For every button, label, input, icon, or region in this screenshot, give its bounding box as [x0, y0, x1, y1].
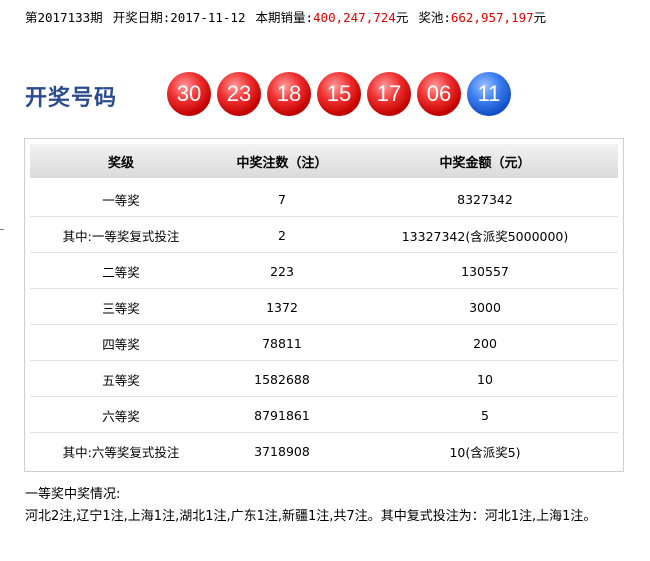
prize-level: 五等奖 [102, 372, 140, 388]
header-winner-count: 中奖注数（注） [236, 155, 328, 171]
prize-table: 奖级 中奖注数（注） 中奖金额（元） 一等奖 7 8327342 其中:一等奖复… [24, 138, 624, 472]
first-prize-details: 一等奖中奖情况: 河北2注,辽宁1注,上海1注,湖北1注,广东1注,新疆1注,共… [25, 484, 630, 528]
table-row: 六等奖 8791861 5 [30, 398, 618, 433]
winning-numbers-label: 开奖号码 [25, 85, 118, 111]
table-row: 三等奖 1372 3000 [30, 290, 618, 325]
prize-amount: 10 [477, 371, 493, 387]
header-prize-amount: 中奖金额（元） [439, 155, 531, 171]
pool-amount: 662,957,197 [450, 10, 534, 25]
winner-count: 7 [278, 191, 286, 207]
sales-label: 本期销量: [255, 10, 314, 25]
prize-level: 二等奖 [102, 264, 140, 280]
red-ball: 17 [367, 72, 411, 116]
table-row: 二等奖 223 130557 [30, 254, 618, 289]
draw-info: 第2017133期 开奖日期:2017-11-12 本期销量:400,247,724… [25, 8, 635, 28]
red-ball: 06 [417, 72, 461, 116]
prize-amount: 8327342 [457, 191, 513, 207]
prize-amount: 130557 [461, 263, 509, 279]
winner-count: 8791861 [254, 407, 310, 423]
prize-amount: 13327342(含派奖5000000) [401, 228, 569, 244]
table-row: 五等奖 1582688 10 [30, 362, 618, 397]
prize-amount: 10(含派奖5) [449, 444, 521, 460]
winner-count: 78811 [262, 335, 302, 351]
first-prize-details-text: 河北2注,辽宁1注,上海1注,湖北1注,广东1注,新疆1注,共7注。其中复式投注… [25, 509, 597, 524]
draw-date: 2017-11-12 [170, 10, 246, 25]
table-row: 四等奖 78811 200 [30, 326, 618, 361]
prize-level: 四等奖 [102, 336, 140, 352]
first-prize-details-title: 一等奖中奖情况: [25, 487, 121, 502]
sales-amount: 400,247,724 [313, 10, 396, 25]
table-row: 一等奖 7 8327342 [30, 182, 618, 217]
pool-label: 奖池: [418, 10, 451, 25]
red-ball: 23 [217, 72, 261, 116]
prize-amount: 3000 [469, 299, 501, 315]
winner-count: 1372 [266, 299, 298, 315]
date-label: 开奖日期: [112, 10, 171, 25]
header-prize-level: 奖级 [107, 155, 134, 171]
blue-ball: 11 [467, 72, 511, 116]
issue-number: 第2017133期 [25, 10, 103, 25]
red-ball: 15 [317, 72, 361, 116]
prize-amount: 5 [481, 407, 489, 423]
sales-unit: 元 [395, 10, 409, 25]
table-row: 其中:六等奖复式投注 3718908 10(含派奖5) [30, 434, 618, 468]
prize-level: 其中:一等奖复式投注 [62, 228, 180, 244]
winner-count: 223 [270, 263, 294, 279]
red-ball: 30 [167, 72, 211, 116]
table-row: 其中:一等奖复式投注 2 13327342(含派奖5000000) [30, 218, 618, 253]
prize-level: 其中:六等奖复式投注 [62, 444, 180, 460]
prize-level: 三等奖 [102, 300, 140, 316]
prize-level: 六等奖 [102, 408, 140, 424]
winner-count: 2 [278, 227, 286, 243]
table-header: 奖级 中奖注数（注） 中奖金额（元） [30, 144, 618, 178]
red-ball: 18 [267, 72, 311, 116]
edge-mark [0, 229, 4, 230]
winner-count: 3718908 [254, 443, 310, 459]
prize-amount: 200 [473, 335, 497, 351]
pool-unit: 元 [533, 10, 547, 25]
prize-level: 一等奖 [102, 192, 140, 208]
winner-count: 1582688 [254, 371, 310, 387]
